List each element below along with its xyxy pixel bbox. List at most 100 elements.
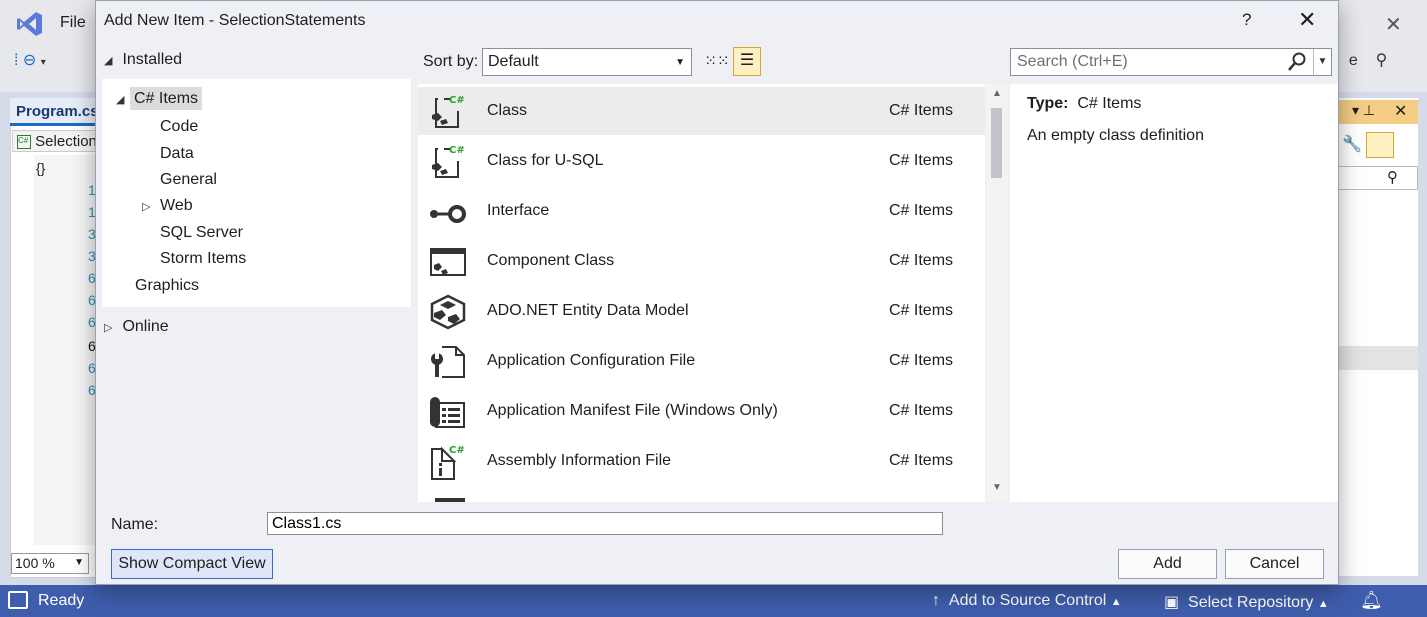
scroll-down-arrow-icon[interactable]: ▼ bbox=[986, 482, 1008, 493]
pin-icon[interactable]: ▾ ⊥ bbox=[1352, 102, 1375, 119]
show-compact-view-button[interactable]: Show Compact View bbox=[111, 549, 273, 579]
ide-toolbar-right[interactable]: e ⚲ bbox=[1340, 50, 1427, 74]
assembly-info-icon: C# bbox=[431, 445, 465, 480]
tree-node-graphics[interactable]: Graphics bbox=[135, 277, 199, 295]
tree-node-data[interactable]: Data bbox=[160, 145, 194, 163]
template-type: C# Items bbox=[889, 102, 954, 119]
sort-by-dropdown[interactable]: Default ▼ bbox=[482, 48, 692, 76]
name-label: Name: bbox=[111, 516, 159, 533]
add-new-item-dialog: Add New Item - SelectionStatements ? ✕ ◢… bbox=[95, 0, 1339, 585]
template-item-application-manifest-file[interactable]: Application Manifest File (Windows Only)… bbox=[418, 387, 985, 435]
list-view-icon: ☰ bbox=[739, 52, 755, 69]
cancel-button[interactable]: Cancel bbox=[1225, 549, 1324, 579]
scroll-thumb[interactable] bbox=[991, 108, 1002, 178]
template-name: Assembly Information File bbox=[487, 452, 672, 469]
template-type: C# Items bbox=[889, 402, 954, 419]
zoom-dropdown[interactable]: 100 % ▼ bbox=[11, 553, 89, 574]
template-item-class[interactable]: C# Class C# Items bbox=[418, 87, 985, 135]
pane-search-box[interactable]: ⚲ bbox=[1338, 166, 1418, 190]
template-name: Component Class bbox=[487, 252, 615, 269]
search-placeholder: Search (Ctrl+E) bbox=[1017, 53, 1128, 70]
tree-node-code[interactable]: Code bbox=[160, 118, 198, 136]
detail-description: An empty class definition bbox=[1027, 127, 1204, 144]
pane-selected-row[interactable] bbox=[1338, 346, 1418, 370]
template-item-class-for-usql[interactable]: C# Class for U-SQL C# Items bbox=[418, 137, 985, 185]
template-item-partial[interactable] bbox=[418, 487, 985, 502]
select-repository-button[interactable]: ▣ Select Repository ▲ bbox=[1164, 592, 1329, 612]
repository-icon: ▣ bbox=[1164, 594, 1180, 611]
detail-type-value: C# Items bbox=[1077, 95, 1142, 112]
template-type: C# Items bbox=[889, 352, 954, 369]
template-item-ado-net-entity-data-model[interactable]: ADO.NET Entity Data Model C# Items bbox=[418, 287, 985, 335]
tree-node-sql-server[interactable]: SQL Server bbox=[160, 224, 243, 242]
sort-by-label: Sort by: bbox=[423, 53, 479, 70]
chevron-up-icon: ▲ bbox=[1110, 596, 1122, 608]
back-icon[interactable]: ⊖ bbox=[23, 52, 36, 69]
component-class-icon bbox=[430, 248, 466, 276]
chevron-up-icon: ▲ bbox=[1317, 598, 1329, 610]
editor-tab-program-cs[interactable]: Program.cs bbox=[10, 98, 96, 126]
search-icon[interactable] bbox=[1287, 51, 1307, 73]
template-item-application-configuration-file[interactable]: Application Configuration File C# Items bbox=[418, 337, 985, 385]
zoom-value: 100 % bbox=[15, 555, 55, 571]
menu-file[interactable]: File bbox=[60, 14, 86, 32]
ide-close-icon[interactable]: ✕ bbox=[1385, 12, 1402, 37]
chevron-down-icon[interactable]: ▾ bbox=[41, 57, 46, 68]
installed-label: Installed bbox=[122, 51, 183, 68]
status-ready: Ready bbox=[38, 592, 85, 609]
tree-node-storm-items[interactable]: Storm Items bbox=[160, 250, 246, 268]
tree-node-installed[interactable]: ◢ Installed bbox=[104, 51, 182, 69]
search-icon: ⚲ bbox=[1387, 169, 1398, 186]
ide-back-forward-toolbar[interactable]: ⁞ ⊖ ▾ bbox=[14, 50, 94, 74]
grid-view-icon: ⁙⁙ bbox=[704, 53, 730, 70]
template-item-interface[interactable]: Interface C# Items bbox=[418, 187, 985, 235]
editor-nav-dropdown[interactable]: C# SelectionStatements bbox=[12, 130, 96, 152]
properties-wrench-icon[interactable]: 🔧 bbox=[1342, 134, 1362, 154]
template-type: C# Items bbox=[889, 452, 954, 469]
editor-nav-label: SelectionStatements bbox=[35, 133, 96, 150]
help-button[interactable]: ? bbox=[1242, 10, 1251, 30]
visual-studio-logo-icon bbox=[17, 12, 42, 36]
tree-node-csharp-items[interactable]: ◢ C# Items bbox=[116, 87, 203, 110]
template-type: C# Items bbox=[889, 152, 954, 169]
add-to-source-control-button[interactable]: ↑ Add to Source Control ▲ bbox=[932, 592, 1122, 610]
close-icon[interactable]: ✕ bbox=[1298, 7, 1316, 33]
template-item-assembly-information-file[interactable]: C# Assembly Information File C# Items bbox=[418, 437, 985, 485]
search-options-chevron-icon[interactable]: ▼ bbox=[1313, 49, 1331, 75]
notifications-bell-icon[interactable]: 🔔︎ bbox=[1360, 590, 1383, 611]
name-field[interactable] bbox=[267, 512, 943, 535]
pane-close-icon[interactable]: ✕ bbox=[1394, 101, 1407, 121]
template-item-component-class[interactable]: Component Class C# Items bbox=[418, 237, 985, 285]
class-icon: C# bbox=[432, 95, 465, 128]
scroll-up-arrow-icon[interactable]: ▲ bbox=[986, 88, 1008, 99]
tree-node-label: C# Items bbox=[130, 87, 203, 110]
pane-toolbar-button[interactable] bbox=[1366, 132, 1394, 158]
online-label: Online bbox=[122, 318, 169, 335]
repository-label: Select Repository bbox=[1188, 594, 1314, 611]
template-category-tree: ◢ C# Items Code Data General ▷ Web SQL Ser… bbox=[102, 79, 411, 307]
pane-header[interactable]: ▾ ⊥ ✕ bbox=[1338, 100, 1418, 124]
arrow-up-icon: ↑ bbox=[932, 592, 940, 609]
csharp-project-icon: C# bbox=[17, 135, 31, 150]
template-name: Class bbox=[487, 102, 528, 119]
template-name: Class for U-SQL bbox=[487, 152, 604, 169]
tree-node-online[interactable]: ▷ Online bbox=[104, 318, 169, 336]
medium-icons-view-button[interactable]: ⁙⁙ bbox=[704, 49, 730, 75]
search-input[interactable]: Search (Ctrl+E) ▼ bbox=[1010, 48, 1332, 76]
tree-node-web[interactable]: ▷ Web bbox=[142, 197, 193, 215]
tree-node-general[interactable]: General bbox=[160, 171, 217, 189]
template-list-scrollbar[interactable]: ▲ ▼ bbox=[986, 84, 1008, 502]
add-button[interactable]: Add bbox=[1118, 549, 1217, 579]
sort-value: Default bbox=[488, 53, 539, 70]
template-name: Application Manifest File (Windows Only) bbox=[487, 402, 778, 419]
entity-data-model-icon bbox=[430, 294, 466, 330]
expanded-arrow-icon: ◢ bbox=[116, 94, 125, 106]
chevron-down-icon: ▼ bbox=[675, 57, 685, 68]
collapsed-arrow-icon: ▷ bbox=[142, 201, 151, 213]
detail-type-label: Type: bbox=[1027, 95, 1069, 112]
list-view-button[interactable]: ☰ bbox=[733, 47, 761, 76]
source-control-label: Add to Source Control bbox=[948, 592, 1107, 609]
expanded-arrow-icon: ◢ bbox=[104, 55, 113, 67]
chevron-down-icon[interactable]: ▼ bbox=[74, 557, 84, 568]
live-share-icon[interactable]: e ⚲ bbox=[1340, 52, 1387, 69]
